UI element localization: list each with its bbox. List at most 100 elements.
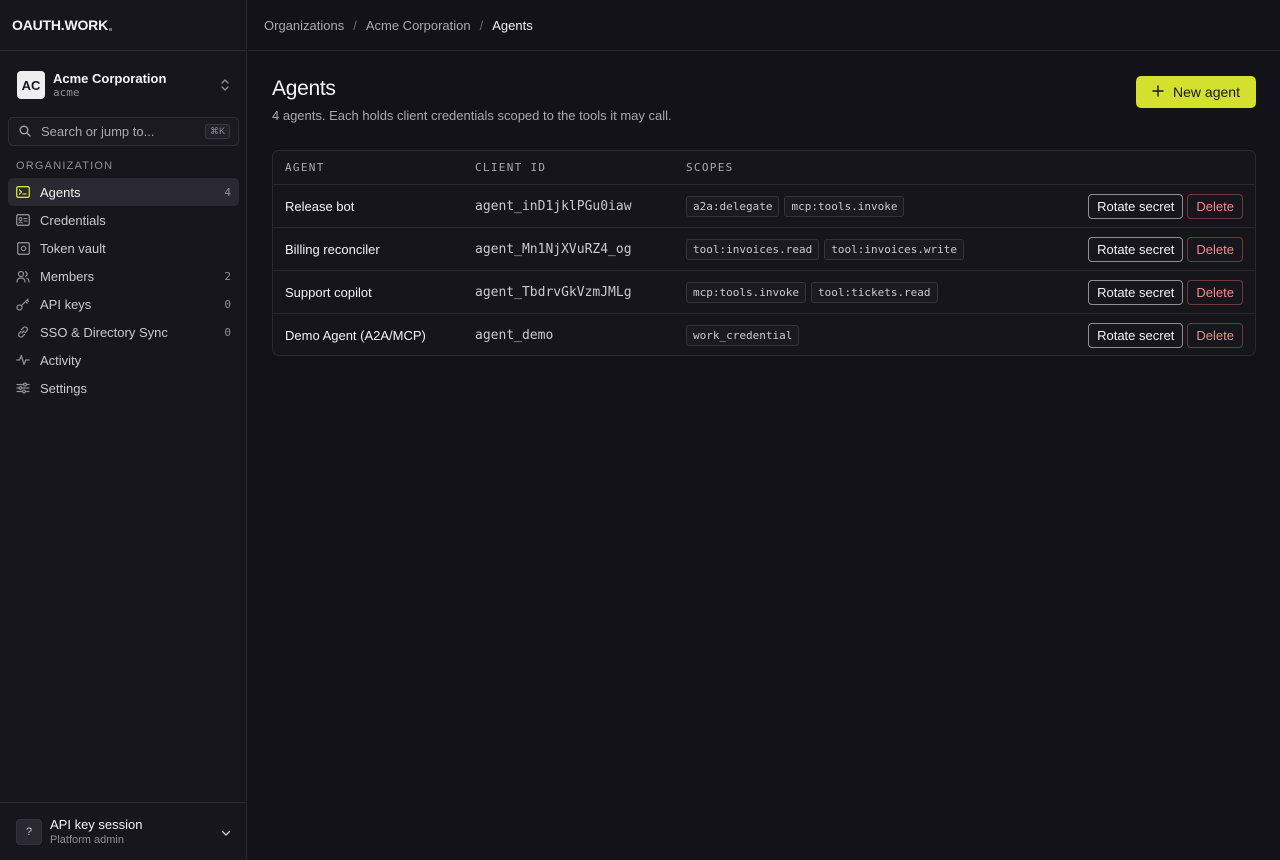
sidebar-item-sso[interactable]: SSO & Directory Sync 0 [8,318,239,346]
new-agent-label: New agent [1173,84,1240,100]
scope-badge: tool:invoices.write [824,238,965,260]
agent-name: Support copilot [285,284,372,300]
sidebar-item-activity[interactable]: Activity [8,346,239,374]
column-header-client-id: CLIENT ID [475,161,547,174]
sidebar-item-credentials[interactable]: Credentials [8,206,239,234]
scope-badge: tool:tickets.read [810,281,938,303]
session-switcher[interactable]: ? API key session Platform admin [0,802,247,860]
org-slug: acme [53,85,80,99]
scope-list: a2a:delegate mcp:tools.invoke [686,195,1088,217]
chevron-up-down-icon [220,78,230,93]
rotate-secret-button[interactable]: Rotate secret [1088,279,1184,305]
column-header-scopes: SCOPES [686,161,734,174]
scope-list: mcp:tools.invoke tool:tickets.read [686,281,1088,303]
delete-button[interactable]: Delete [1187,279,1243,305]
agent-name: Demo Agent (A2A/MCP) [285,328,426,343]
scope-list: work_credential [686,325,1088,346]
sidebar-item-api-keys[interactable]: API keys 0 [8,290,239,318]
users-icon [16,269,30,283]
row-actions: Rotate secret Delete [1088,279,1255,305]
client-id: agent_Mn1NjXVuRZ4_og [475,241,632,257]
sidebar-item-label: API keys [40,296,92,312]
search-shortcut: ⌘K [204,124,230,139]
link-icon [16,325,30,339]
sidebar-item-count: 0 [224,297,231,311]
page-title: Agents [272,77,336,100]
sidebar-item-agents[interactable]: Agents 4 [8,178,239,206]
sliders-icon [16,381,30,395]
sidebar-item-label: SSO & Directory Sync [40,324,168,340]
brand-logo[interactable]: OAUTH.WORK [0,0,246,51]
brand-name: OAUTH.WORK [12,17,108,33]
org-avatar: AC [17,71,45,99]
sidebar-item-label: Members [40,268,95,284]
client-id: agent_TbdrvGkVzmJMLg [475,284,632,300]
breadcrumb: Organizations / Acme Corporation / Agent… [248,0,1280,51]
sidebar-item-members[interactable]: Members 2 [8,262,239,290]
breadcrumb-separator: / [353,17,357,33]
table-row: Demo Agent (A2A/MCP) agent_demo work_cre… [273,314,1255,355]
sidebar-item-label: Activity [40,352,82,368]
session-avatar: ? [16,818,42,845]
rotate-secret-button[interactable]: Rotate secret [1088,236,1184,262]
client-id: agent_demo [475,328,554,343]
delete-button[interactable]: Delete [1187,236,1243,262]
sidebar-item-count: 2 [224,269,231,283]
breadcrumb-separator: / [479,17,484,33]
sidebar-item-count: 4 [224,185,231,199]
scope-badge: mcp:tools.invoke [784,195,905,217]
session-title: API key session [50,816,143,832]
breadcrumb-org[interactable]: Acme Corporation [366,18,471,33]
sidebar: OAUTH.WORK AC Acme Corporation acme Sear… [0,0,247,860]
table-row: Support copilot agent_TbdrvGkVzmJMLg mcp… [273,271,1255,314]
id-card-icon [16,213,30,227]
plus-icon [1152,85,1164,99]
row-actions: Rotate secret Delete [1088,323,1255,348]
org-switcher[interactable]: AC Acme Corporation acme [8,62,239,108]
table-header: AGENT CLIENT ID SCOPES [273,151,1255,185]
scope-list: tool:invoices.read tool:invoices.write [686,238,1088,260]
sidebar-item-label: Settings [40,380,87,396]
vault-icon [16,241,30,255]
agents-table: AGENT CLIENT ID SCOPES Release bot agent… [272,150,1256,356]
nav-section-label: ORGANIZATION [16,160,114,172]
agent-name: Release bot [285,198,355,214]
search-input[interactable]: Search or jump to... ⌘K [8,117,239,146]
client-id: agent_inD1jklPGu0iaw [475,198,632,214]
rotate-secret-button[interactable]: Rotate secret [1088,323,1184,348]
rotate-secret-button[interactable]: Rotate secret [1088,193,1184,219]
delete-button[interactable]: Delete [1187,193,1243,219]
scope-badge: tool:invoices.read [686,238,820,260]
brand-dot [109,27,112,31]
table-row: Billing reconciler agent_Mn1NjXVuRZ4_og … [273,228,1255,271]
session-subtitle: Platform admin [50,833,124,846]
sidebar-item-label: Token vault [40,240,106,256]
search-icon [19,124,31,140]
terminal-icon [16,185,30,199]
breadcrumb-organizations[interactable]: Organizations [264,18,344,33]
row-actions: Rotate secret Delete [1088,193,1255,219]
column-header-agent: AGENT [285,161,325,174]
search-placeholder: Search or jump to... [41,124,155,139]
chevron-down-icon [221,824,231,840]
sidebar-nav: Agents 4 Credentials Token vault Members… [8,178,239,402]
table-row: Release bot agent_inD1jklPGu0iaw a2a:del… [273,185,1255,228]
session-info: API key session Platform admin [50,817,221,847]
new-agent-button[interactable]: New agent [1136,76,1256,108]
org-name: Acme Corporation [53,70,167,86]
activity-icon [16,353,30,367]
delete-button[interactable]: Delete [1187,323,1243,348]
page-subtitle: 4 agents. Each holds client credentials … [272,108,672,123]
scope-badge: mcp:tools.invoke [686,281,806,303]
org-info: Acme Corporation acme [53,71,220,100]
agent-name: Billing reconciler [285,241,380,257]
sidebar-item-label: Agents [40,184,81,200]
breadcrumb-current: Agents [492,17,533,33]
sidebar-item-label: Credentials [40,212,106,228]
scope-badge: a2a:delegate [686,195,780,217]
sidebar-item-settings[interactable]: Settings [8,374,239,402]
sidebar-item-token-vault[interactable]: Token vault [8,234,239,262]
row-actions: Rotate secret Delete [1088,236,1255,262]
sidebar-item-count: 0 [224,325,231,339]
key-icon [16,297,30,311]
